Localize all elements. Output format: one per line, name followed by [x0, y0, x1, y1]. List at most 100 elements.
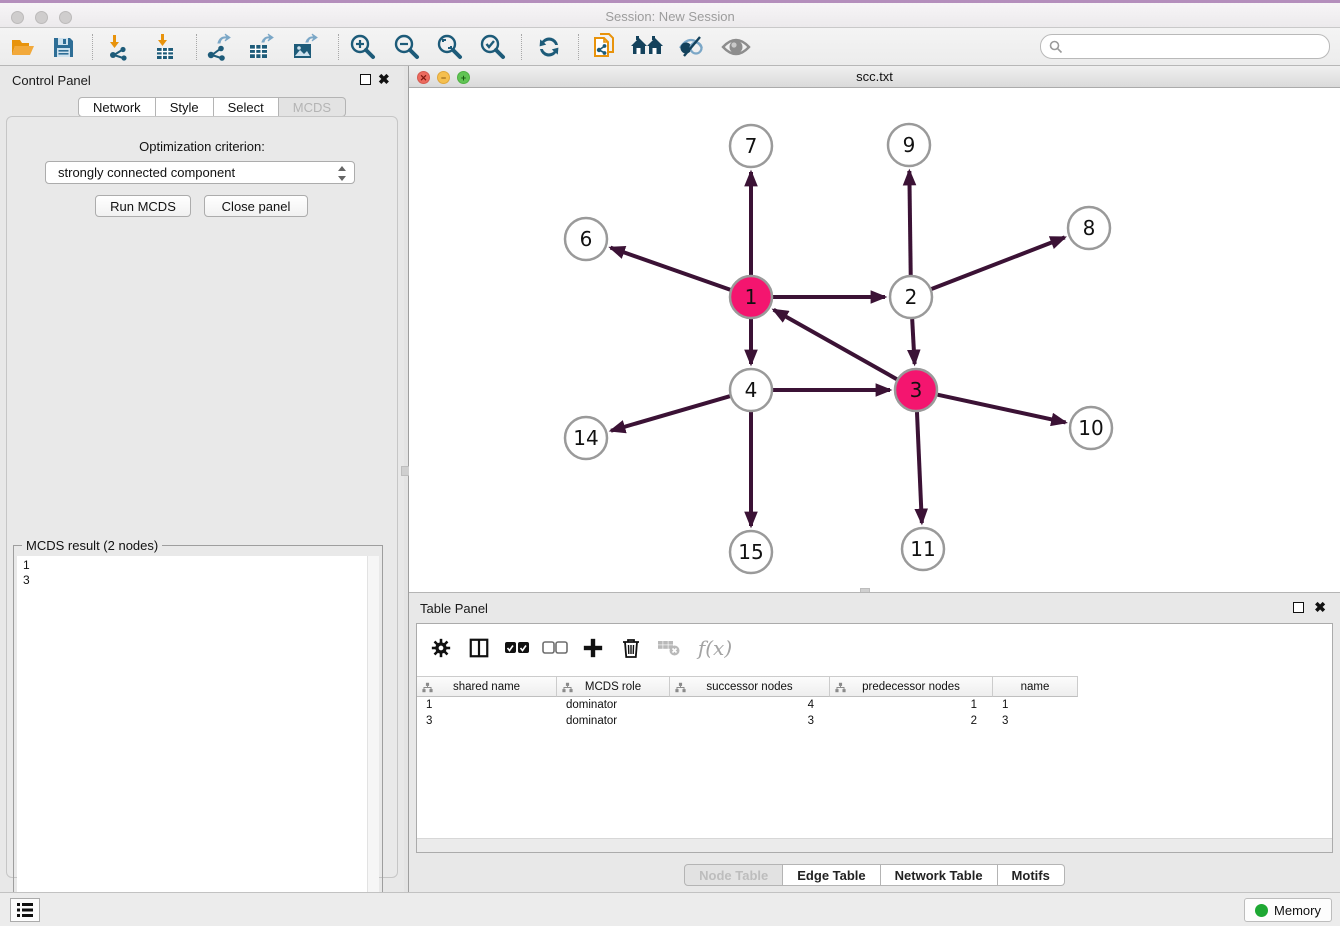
control-panel: Control Panel ✖ Network Style Select MCD… [0, 66, 404, 892]
edge-2-9[interactable] [909, 171, 910, 275]
table-settings-button[interactable] [427, 634, 455, 662]
node-6[interactable]: 6 [565, 218, 607, 260]
table-row[interactable]: 1dominator411 [417, 698, 1078, 714]
gear-icon [430, 637, 452, 659]
criterion-select[interactable]: strongly connected component [45, 161, 355, 184]
column-label: successor nodes [706, 681, 792, 693]
float-table-panel-icon[interactable] [1293, 602, 1304, 613]
node-14[interactable]: 14 [565, 417, 607, 459]
node-1[interactable]: 1 [730, 276, 772, 318]
tab-mcds[interactable]: MCDS [279, 97, 346, 117]
export-image-button[interactable] [288, 31, 322, 63]
cell-name[interactable]: 3 [993, 714, 1078, 730]
cell-MCDS-role[interactable]: dominator [557, 698, 670, 714]
zoom-in-button[interactable] [345, 31, 379, 63]
edge-3-11[interactable] [917, 412, 922, 523]
node-9[interactable]: 9 [888, 124, 930, 166]
tab-edge-table[interactable]: Edge Table [783, 864, 880, 886]
deselect-all-button[interactable] [541, 634, 569, 662]
open-folder-icon [10, 34, 36, 60]
svg-text:1: 1 [745, 285, 758, 309]
cell-predecessor-nodes[interactable]: 1 [830, 698, 993, 714]
edge-3-10[interactable] [937, 395, 1065, 423]
run-mcds-button[interactable]: Run MCDS [95, 195, 191, 217]
tab-style[interactable]: Style [156, 97, 214, 117]
unchecked-boxes-icon [542, 641, 568, 655]
tab-node-table[interactable]: Node Table [684, 864, 783, 886]
cell-name[interactable]: 1 [993, 698, 1078, 714]
zoom-out-icon [392, 33, 420, 61]
titlebar: Session: New Session [0, 0, 1340, 28]
toolbar-separator [578, 34, 579, 60]
zoom-fit-button[interactable] [432, 31, 466, 63]
network-graph-canvas[interactable]: 1 2 3 4 6 7 8 9 10 11 14 15 [409, 88, 1340, 592]
select-all-button[interactable] [503, 634, 531, 662]
toolbar-separator [521, 34, 522, 60]
edge-1-6[interactable] [611, 248, 731, 290]
duplicate-network-button[interactable] [588, 31, 622, 63]
tab-select[interactable]: Select [214, 97, 279, 117]
home-button[interactable] [630, 31, 664, 63]
node-7[interactable]: 7 [730, 125, 772, 167]
column-header-shared-name[interactable]: shared name [417, 676, 557, 697]
float-panel-icon[interactable] [360, 74, 371, 85]
table-horizontal-scrollbar[interactable] [417, 838, 1332, 852]
delete-column-button[interactable] [617, 634, 645, 662]
delete-table-button[interactable] [655, 634, 683, 662]
column-header-MCDS-role[interactable]: MCDS role [557, 676, 670, 697]
export-network-icon [204, 33, 232, 61]
column-header-predecessor-nodes[interactable]: predecessor nodes [830, 676, 993, 697]
close-panel-icon[interactable]: ✖ [378, 74, 390, 85]
cell-shared-name[interactable]: 3 [417, 714, 557, 730]
open-session-button[interactable] [6, 31, 40, 63]
node-11[interactable]: 11 [902, 528, 944, 570]
refresh-button[interactable] [532, 31, 566, 63]
node-15[interactable]: 15 [730, 531, 772, 573]
import-table-button[interactable] [148, 31, 182, 63]
export-table-button[interactable] [244, 31, 278, 63]
memory-status-icon [1255, 904, 1268, 917]
mcds-result-text[interactable]: 1 3 [17, 556, 367, 923]
function-icon: f(x) [698, 636, 732, 660]
tab-network[interactable]: Network [78, 97, 156, 117]
edge-2-3[interactable] [912, 319, 914, 364]
show-columns-button[interactable] [465, 634, 493, 662]
cell-predecessor-nodes[interactable]: 2 [830, 714, 993, 730]
save-session-button[interactable] [46, 31, 80, 63]
edge-3-1[interactable] [774, 310, 897, 379]
result-scrollbar[interactable] [367, 556, 379, 923]
cell-MCDS-role[interactable]: dominator [557, 714, 670, 730]
node-4[interactable]: 4 [730, 369, 772, 411]
node-10[interactable]: 10 [1070, 407, 1112, 449]
close-panel-button[interactable]: Close panel [204, 195, 308, 217]
zoom-selected-button[interactable] [475, 31, 509, 63]
tab-network-table[interactable]: Network Table [881, 864, 998, 886]
edge-4-14[interactable] [611, 396, 730, 431]
close-table-panel-icon[interactable]: ✖ [1314, 602, 1326, 613]
tab-motifs[interactable]: Motifs [998, 864, 1065, 886]
export-network-button[interactable] [201, 31, 235, 63]
memory-button[interactable]: Memory [1244, 898, 1332, 922]
table-row[interactable]: 3dominator323 [417, 714, 1078, 730]
import-network-button[interactable] [101, 31, 135, 63]
cell-successor-nodes[interactable]: 3 [670, 714, 830, 730]
node-2[interactable]: 2 [890, 276, 932, 318]
search-icon [1049, 40, 1063, 54]
edge-2-8[interactable] [932, 237, 1065, 289]
toolbar-separator [92, 34, 93, 60]
hide-panels-button[interactable] [674, 31, 708, 63]
function-builder-button[interactable]: f(x) [693, 634, 737, 662]
search-input[interactable] [1040, 34, 1330, 59]
node-8[interactable]: 8 [1068, 207, 1110, 249]
column-header-name[interactable]: name [993, 676, 1078, 697]
toolbar-separator [196, 34, 197, 60]
column-header-successor-nodes[interactable]: successor nodes [670, 676, 830, 697]
cell-successor-nodes[interactable]: 4 [670, 698, 830, 714]
cell-shared-name[interactable]: 1 [417, 698, 557, 714]
node-3[interactable]: 3 [895, 369, 937, 411]
task-history-button[interactable] [10, 898, 40, 922]
show-panels-button[interactable] [719, 31, 753, 63]
create-column-button[interactable] [579, 634, 607, 662]
zoom-out-button[interactable] [389, 31, 423, 63]
memory-label: Memory [1274, 903, 1321, 918]
